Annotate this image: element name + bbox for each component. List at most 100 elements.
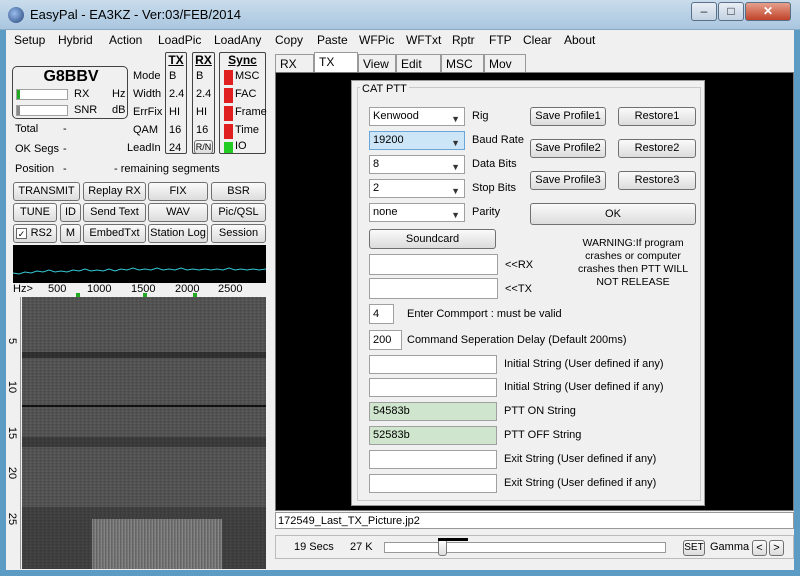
restore1-button[interactable]: Restore1 — [618, 107, 696, 126]
data-bits-select[interactable]: 8 ▼ — [369, 155, 465, 174]
commport-input[interactable]: 4 — [369, 304, 394, 324]
tab-msc[interactable]: MSC — [441, 54, 484, 74]
time-tick-20: 20 — [6, 466, 19, 480]
save-profile3-button[interactable]: Save Profile3 — [530, 171, 606, 190]
menu-clear[interactable]: Clear — [523, 33, 552, 47]
set-button[interactable]: SET — [683, 540, 705, 556]
tab-view[interactable]: View — [358, 54, 396, 74]
ptt-off-string-input[interactable]: 52583b — [369, 426, 497, 445]
rx-qam: 16 — [196, 124, 209, 136]
exit-string-2-input[interactable] — [369, 474, 497, 493]
menu-setup[interactable]: Setup — [14, 33, 45, 47]
exit-string-1-input[interactable] — [369, 450, 497, 469]
menu-loadpic[interactable]: LoadPic — [158, 33, 201, 47]
chevron-down-icon: ▼ — [451, 210, 460, 220]
app-icon — [8, 7, 24, 23]
id-button[interactable]: ID — [60, 203, 81, 222]
rx-column: RX B 2.4 HI 16 R/N — [192, 52, 215, 154]
ptt-off-string-label: PTT OFF String — [504, 429, 582, 441]
restore2-button[interactable]: Restore2 — [618, 139, 696, 158]
gamma-increase-button[interactable]: > — [769, 540, 784, 556]
leadin-label: LeadIn — [127, 142, 161, 154]
m-button[interactable]: M — [60, 224, 81, 243]
tab-tx[interactable]: TX — [314, 52, 358, 74]
snr-meter — [16, 105, 68, 116]
waterfall-band — [22, 405, 266, 407]
bsr-button[interactable]: BSR — [211, 182, 266, 201]
tab-rx[interactable]: RX — [275, 54, 314, 74]
baud-rate-value: 19200 — [373, 134, 404, 146]
menu-hybrid[interactable]: Hybrid — [58, 33, 93, 47]
save-profile1-button[interactable]: Save Profile1 — [530, 107, 606, 126]
time-tick-25: 25 — [6, 512, 19, 526]
replay-rx-button[interactable]: Replay RX — [83, 182, 146, 201]
baud-rate-select[interactable]: 19200 ▼ — [369, 131, 465, 150]
transmit-button[interactable]: TRANSMIT — [13, 182, 80, 201]
menu-ftp[interactable]: FTP — [489, 33, 512, 47]
initial-string-1-input[interactable] — [369, 355, 497, 374]
sync-header: Sync — [228, 53, 257, 67]
time-led — [224, 124, 233, 139]
rn-button[interactable]: R/N — [194, 140, 213, 154]
parity-select[interactable]: none ▼ — [369, 203, 465, 222]
soundcard-button[interactable]: Soundcard — [369, 229, 496, 249]
initial-string-2-input[interactable] — [369, 378, 497, 397]
tune-button[interactable]: TUNE — [13, 203, 57, 222]
snr-unit: dB — [112, 104, 126, 116]
errfix-label: ErrFix — [133, 106, 163, 118]
station-log-button[interactable]: Station Log — [148, 224, 208, 243]
tx-qam: 16 — [169, 124, 182, 136]
embed-text-button[interactable]: EmbedTxt — [83, 224, 146, 243]
gamma-label: Gamma — [710, 541, 750, 553]
menu-rptr[interactable]: Rptr — [452, 33, 475, 47]
window-title: EasyPal - EA3KZ - Ver:03/FEB/2014 — [30, 7, 241, 22]
slider-thumb[interactable] — [438, 539, 447, 556]
position-label: Position — [15, 163, 55, 175]
stop-bits-label: Stop Bits — [472, 182, 517, 194]
rs2-button[interactable]: ✓ RS2 — [13, 224, 57, 243]
chevron-down-icon: ▼ — [451, 138, 460, 148]
rs2-label: RS2 — [30, 227, 52, 239]
rig-select[interactable]: Kenwood ▼ — [369, 107, 465, 126]
menu-action[interactable]: Action — [109, 33, 142, 47]
restore3-button[interactable]: Restore3 — [618, 171, 696, 190]
menu-about[interactable]: About — [564, 33, 595, 47]
progress-slider[interactable] — [384, 539, 666, 556]
menu-copy[interactable]: Copy — [275, 33, 303, 47]
tab-mov[interactable]: Mov — [484, 54, 526, 74]
initial-string-2-label: Initial String (User defined if any) — [504, 381, 664, 393]
rx-header: RX — [195, 53, 212, 67]
send-text-button[interactable]: Send Text — [83, 203, 146, 222]
pic-qsl-button[interactable]: Pic/QSL — [211, 203, 266, 222]
maximize-button[interactable]: □ — [718, 2, 744, 21]
menu-wfpic[interactable]: WFPic — [359, 33, 394, 47]
rx-monitor-field[interactable] — [369, 254, 498, 275]
parity-value: none — [373, 206, 398, 218]
rx-monitor-label: <<RX — [505, 259, 534, 271]
minimize-button[interactable]: – — [691, 2, 717, 21]
rx-width: 2.4 — [196, 88, 212, 100]
stop-bits-select[interactable]: 2 ▼ — [369, 179, 465, 198]
session-button[interactable]: Session — [211, 224, 266, 243]
tab-edit[interactable]: Edit — [396, 54, 441, 74]
exit-string-1-label: Exit String (User defined if any) — [504, 453, 657, 465]
close-button[interactable]: ✕ — [745, 2, 791, 21]
rs2-checkbox[interactable]: ✓ — [16, 228, 27, 239]
command-delay-input[interactable]: 200 — [369, 330, 402, 350]
tx-monitor-field[interactable] — [369, 278, 498, 299]
menu-loadany[interactable]: LoadAny — [214, 33, 261, 47]
gamma-decrease-button[interactable]: < — [752, 540, 767, 556]
frame-led — [224, 106, 233, 121]
ptt-on-string-input[interactable]: 54583b — [369, 402, 497, 421]
wav-button[interactable]: WAV — [148, 203, 208, 222]
menu-wftxt[interactable]: WFTxt — [406, 33, 441, 47]
file-name-bar: 172549_Last_TX_Picture.jp2 — [275, 512, 794, 529]
initial-string-1-label: Initial String (User defined if any) — [504, 358, 664, 370]
warning-text: WARNING:If program crashes or computer c… — [577, 237, 689, 288]
save-profile2-button[interactable]: Save Profile2 — [530, 139, 606, 158]
tab-bar: RX TX View Edit MSC Mov — [275, 52, 794, 74]
time-tick-10: 10 — [6, 380, 19, 394]
menu-paste[interactable]: Paste — [317, 33, 348, 47]
ok-button[interactable]: OK — [530, 203, 696, 225]
fix-button[interactable]: FIX — [148, 182, 208, 201]
